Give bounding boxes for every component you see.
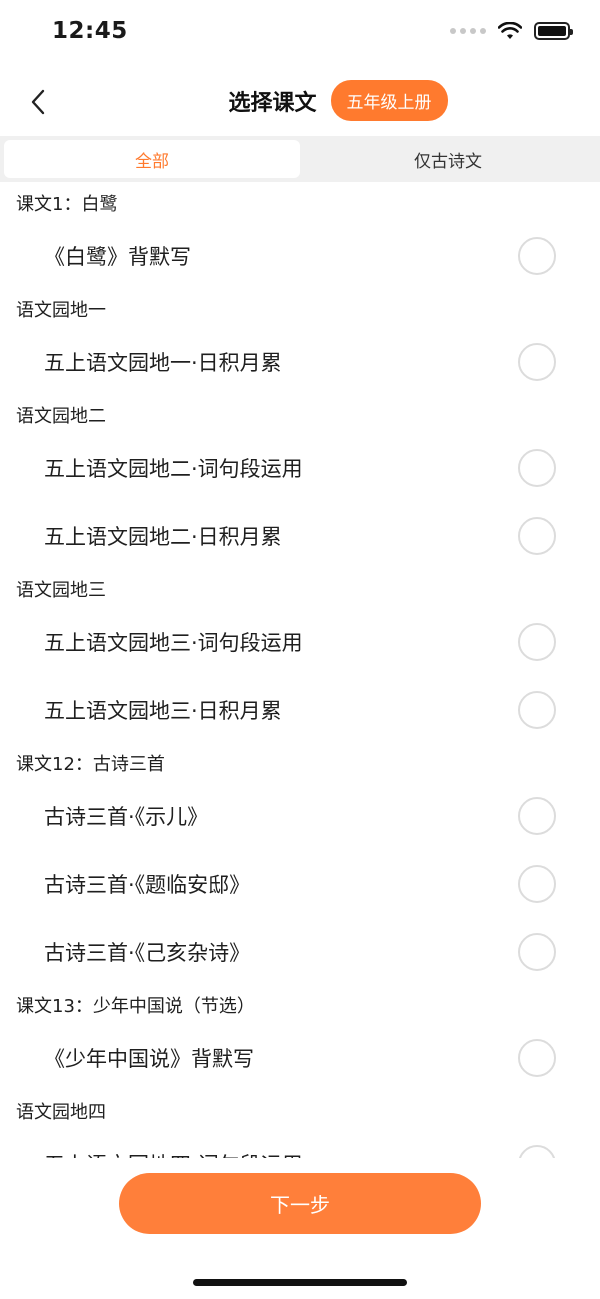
grade-selector-button[interactable]: 五年级上册 bbox=[330, 80, 448, 121]
select-radio[interactable] bbox=[518, 865, 556, 903]
status-time: 12:45 bbox=[52, 18, 128, 44]
lesson-item[interactable]: 古诗三首·《己亥杂诗》 bbox=[0, 918, 600, 986]
nav-bar: 选择课文 五年级上册 bbox=[0, 76, 600, 126]
lesson-item-label: 五上语文园地四·词句段运用 bbox=[44, 1149, 303, 1158]
battery-icon bbox=[534, 22, 573, 40]
lesson-list[interactable]: 课文1：白鹭《白鹭》背默写语文园地一五上语文园地一·日积月累语文园地二五上语文园… bbox=[0, 184, 600, 1158]
wifi-icon bbox=[498, 22, 522, 39]
lesson-item-label: 《少年中国说》背默写 bbox=[44, 1047, 254, 1071]
select-radio[interactable] bbox=[518, 623, 556, 661]
lesson-item-label: 《白鹭》背默写 bbox=[44, 245, 191, 269]
tab-all[interactable]: 全部 bbox=[4, 140, 300, 178]
lesson-item-label: 古诗三首·《示儿》 bbox=[44, 805, 209, 829]
section-header: 语文园地一 bbox=[16, 300, 106, 321]
select-radio[interactable] bbox=[518, 343, 556, 381]
nav-title-group: 选择课文 五年级上册 bbox=[0, 80, 600, 121]
lesson-item[interactable]: 五上语文园地一·日积月累 bbox=[0, 328, 600, 396]
section-header: 课文13：少年中国说（节选） bbox=[16, 996, 255, 1017]
lesson-item[interactable]: 古诗三首·《示儿》 bbox=[0, 782, 600, 850]
page-title: 选择课文 bbox=[228, 90, 317, 116]
lesson-item-label: 五上语文园地三·日积月累 bbox=[44, 699, 282, 723]
lesson-item-label: 五上语文园地一·日积月累 bbox=[44, 351, 282, 375]
section-header: 语文园地二 bbox=[16, 406, 106, 427]
select-radio[interactable] bbox=[518, 691, 556, 729]
section-header: 课文1：白鹭 bbox=[16, 194, 118, 215]
section-header: 课文12：古诗三首 bbox=[16, 754, 165, 775]
home-indicator bbox=[193, 1279, 407, 1286]
lesson-item[interactable]: 古诗三首·《题临安邸》 bbox=[0, 850, 600, 918]
lesson-item[interactable]: 五上语文园地三·词句段运用 bbox=[0, 608, 600, 676]
status-icons bbox=[450, 22, 573, 40]
select-radio[interactable] bbox=[518, 449, 556, 487]
lesson-item[interactable]: 五上语文园地二·词句段运用 bbox=[0, 434, 600, 502]
status-bar: 12:45 bbox=[0, 0, 600, 66]
select-radio[interactable] bbox=[518, 933, 556, 971]
lesson-item[interactable]: 五上语文园地三·日积月累 bbox=[0, 676, 600, 744]
section-header: 语文园地三 bbox=[16, 580, 106, 601]
next-step-button[interactable]: 下一步 bbox=[119, 1173, 481, 1234]
lesson-item[interactable]: 《少年中国说》背默写 bbox=[0, 1024, 600, 1092]
filter-tabs: 全部 仅古诗文 bbox=[0, 136, 600, 182]
tab-classical-poetry[interactable]: 仅古诗文 bbox=[300, 140, 596, 178]
lesson-item-label: 古诗三首·《题临安邸》 bbox=[44, 873, 251, 897]
lesson-item[interactable]: 五上语文园地四·词句段运用 bbox=[0, 1130, 600, 1158]
lesson-item[interactable]: 《白鹭》背默写 bbox=[0, 222, 600, 290]
lesson-item-label: 五上语文园地二·词句段运用 bbox=[44, 457, 303, 481]
lesson-item-label: 五上语文园地二·日积月累 bbox=[44, 525, 282, 549]
lesson-item[interactable]: 五上语文园地二·日积月累 bbox=[0, 502, 600, 570]
lesson-item-label: 五上语文园地三·词句段运用 bbox=[44, 631, 303, 655]
signal-icon bbox=[450, 28, 486, 34]
select-radio[interactable] bbox=[518, 797, 556, 835]
select-radio[interactable] bbox=[518, 1145, 556, 1158]
select-radio[interactable] bbox=[518, 237, 556, 275]
section-header: 语文园地四 bbox=[16, 1102, 106, 1123]
select-radio[interactable] bbox=[518, 517, 556, 555]
lesson-item-label: 古诗三首·《己亥杂诗》 bbox=[44, 941, 251, 965]
select-radio[interactable] bbox=[518, 1039, 556, 1077]
